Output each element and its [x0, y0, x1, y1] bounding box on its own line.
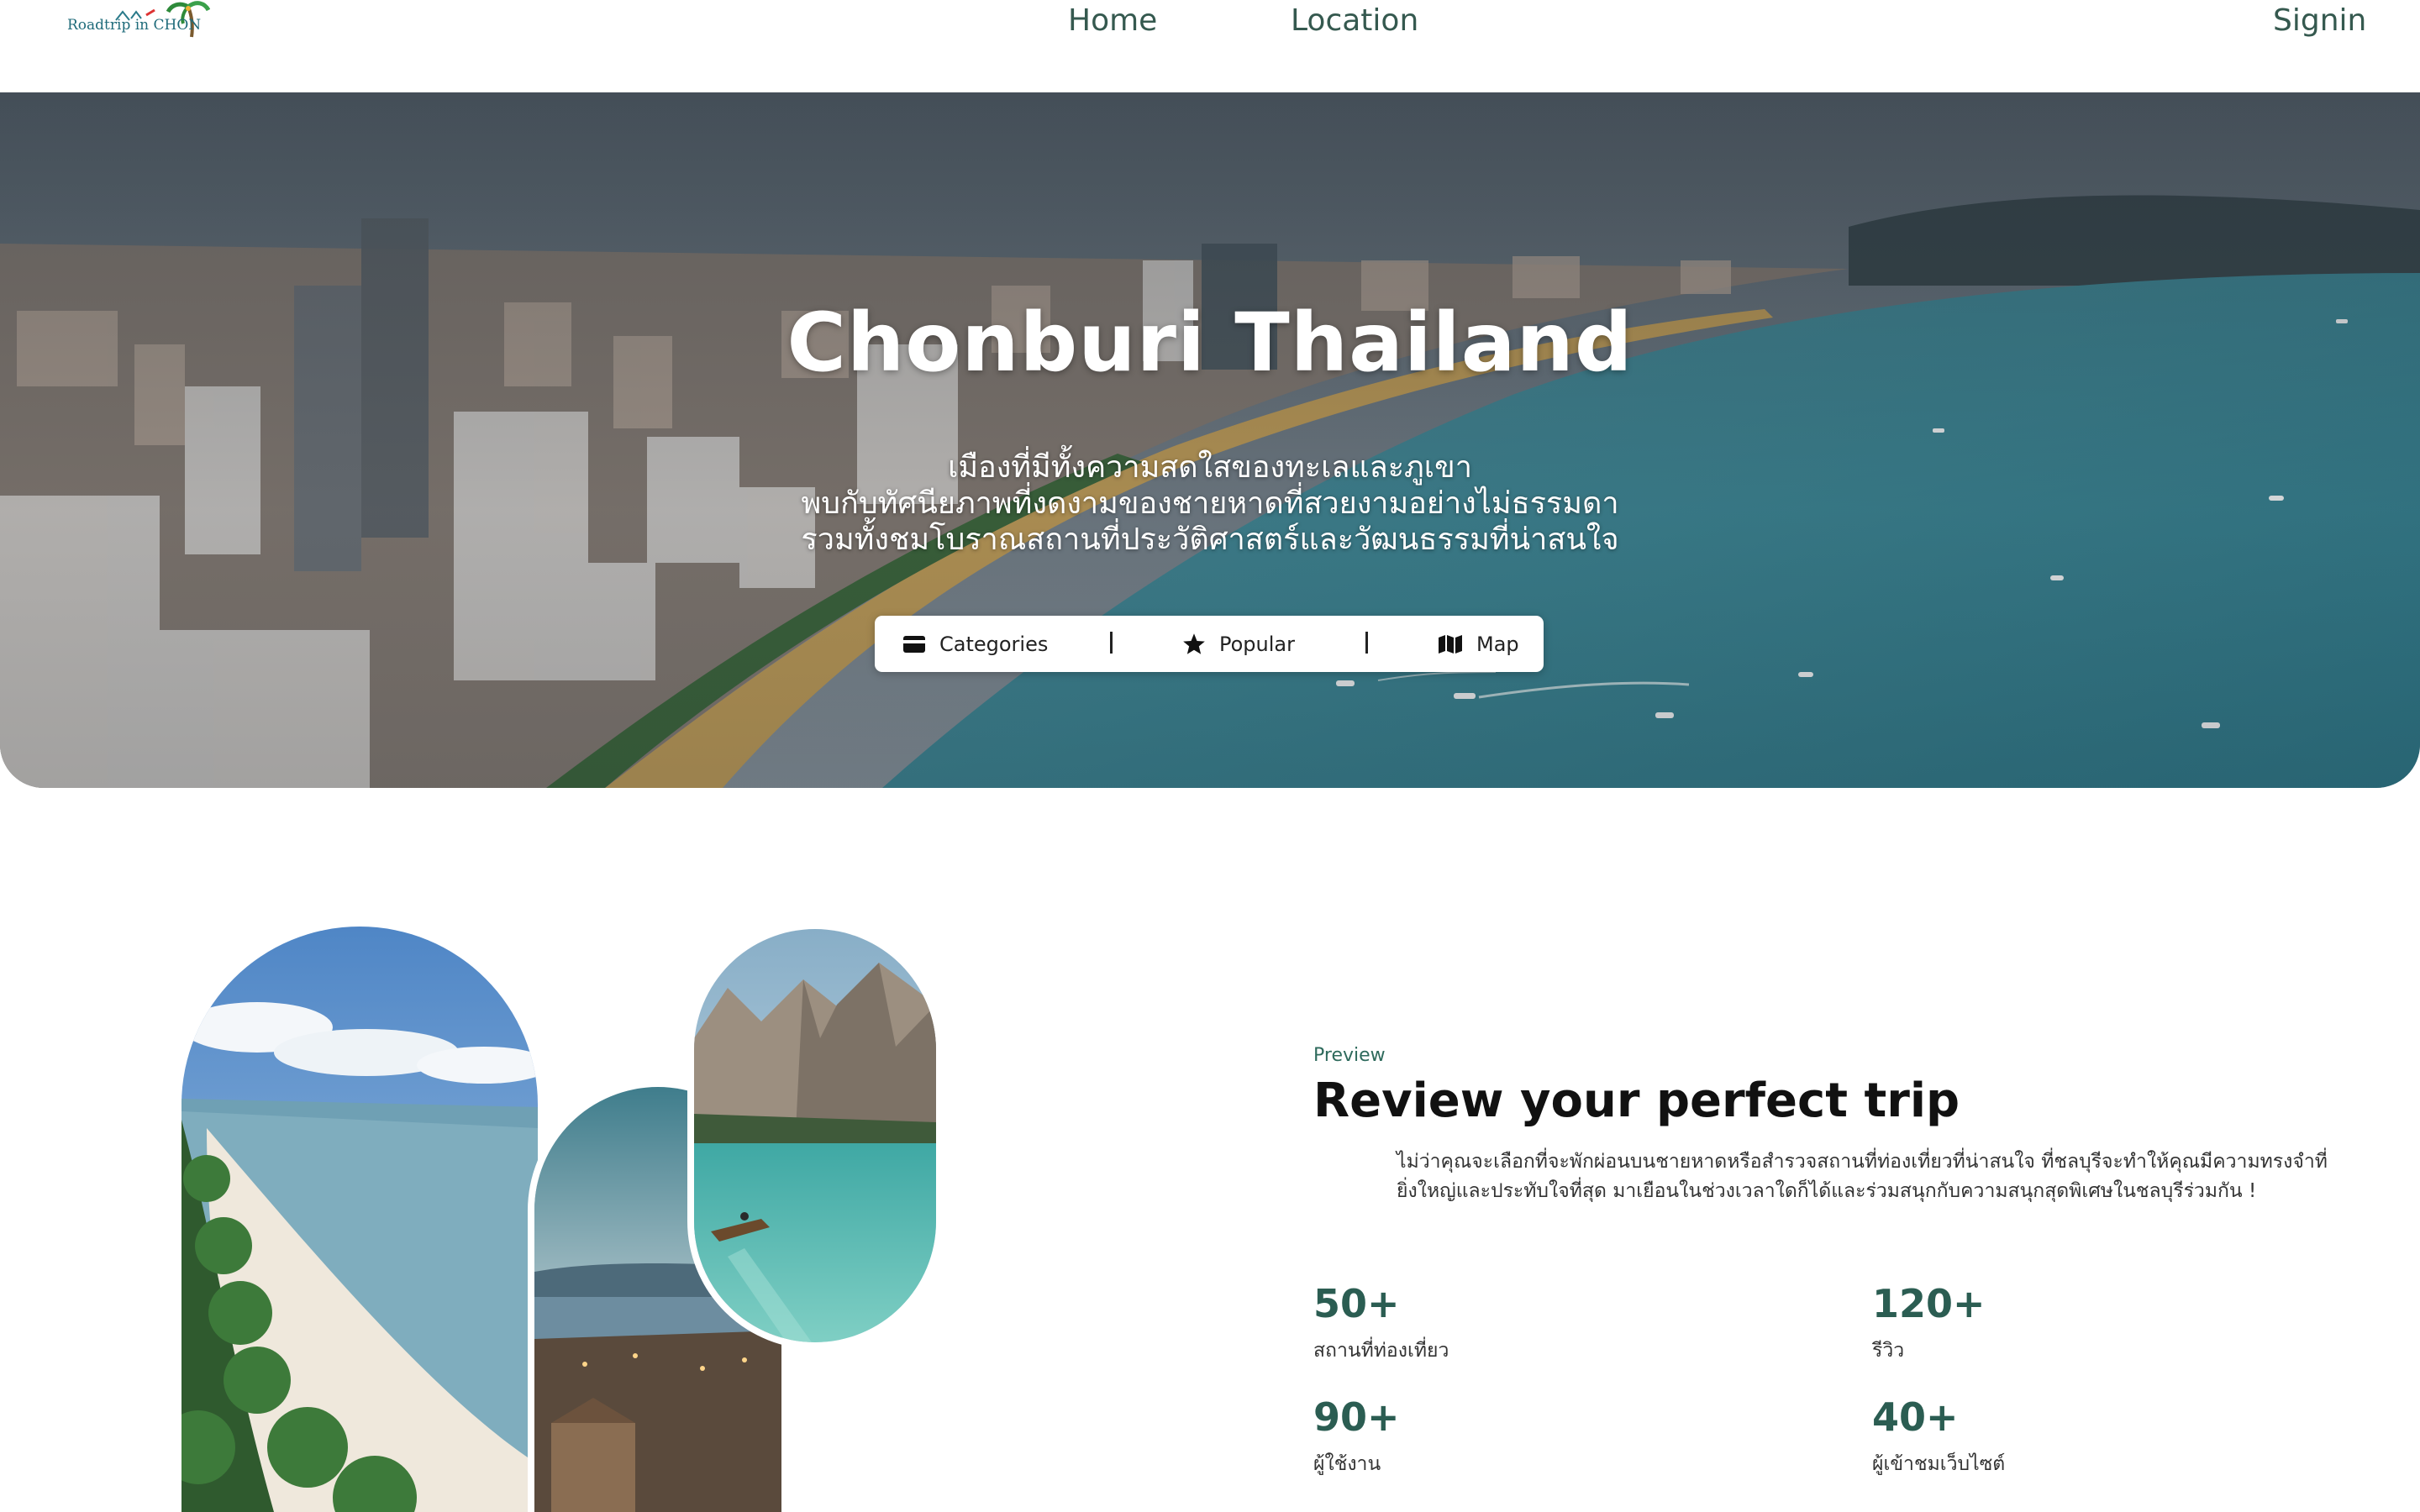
nav-location-link[interactable]: Location [1291, 3, 1418, 38]
categories-label: Categories [939, 632, 1049, 656]
nav-home-link[interactable]: Home [1068, 3, 1157, 38]
hero-subtitle-line-3: รวมทั้งชมโบราณสถานที่ประวัติศาสตร์และวัฒ… [801, 522, 1619, 557]
hero-city-beach-image [0, 92, 2420, 788]
nav-signin-link[interactable]: Signin [2273, 3, 2366, 38]
preview-description: ไม่ว่าคุณจะเลือกที่จะพักผ่อนบนชายหาดหรือ… [1397, 1151, 2328, 1202]
hero-title: Chonburi Thailand [786, 296, 1634, 390]
hero-quick-links: Categories Popular Map [875, 616, 1544, 672]
categories-button[interactable]: Categories [902, 616, 1048, 672]
hero-banner: Chonburi Thailand เมืองที่มีทั้งความสดใส… [0, 92, 2420, 788]
map-icon [1439, 634, 1462, 654]
stat-visitors-value: 40+ [1872, 1394, 1959, 1440]
pill-separator [1110, 632, 1113, 654]
map-label: Map [1476, 632, 1519, 656]
popular-button[interactable]: Popular [1182, 616, 1295, 672]
brand-logo-text: Roadtrip in CHON [67, 17, 202, 34]
stat-reviews-value: 120+ [1872, 1281, 1986, 1326]
stat-visitors-label: ผู้เข้าชมเว็บไซต์ [1872, 1453, 2006, 1475]
preview-eyebrow: Preview [1313, 1045, 1386, 1066]
top-navbar: Roadtrip in CHON Home Location Signin [0, 0, 2420, 92]
hero-subtitle-line-2: พบกับทัศนียภาพที่งดงามของชายหาดที่สวยงาม… [801, 486, 1619, 521]
map-button[interactable]: Map [1438, 616, 1519, 672]
pill-separator [1365, 632, 1368, 654]
beach-palms-photo [182, 927, 538, 1512]
stat-users-label: ผู้ใช้งาน [1313, 1453, 1381, 1475]
card-icon [903, 635, 925, 653]
stat-reviews-label: รีวิว [1872, 1340, 1905, 1362]
stat-attractions-value: 50+ [1313, 1281, 1400, 1326]
mountain-lake-photo [687, 922, 943, 1349]
hero-subtitle-line-1: เมืองที่มีทั้งความสดใสของทะเลและภูเขา [948, 450, 1472, 485]
brand-logo[interactable]: Roadtrip in CHON [66, 0, 211, 44]
star-icon [1183, 633, 1205, 654]
stat-users-value: 90+ [1313, 1394, 1400, 1440]
popular-label: Popular [1219, 632, 1295, 656]
preview-title: Review your perfect trip [1313, 1074, 1960, 1128]
stat-attractions-label: สถานที่ท่องเที่ยว [1313, 1340, 1449, 1362]
